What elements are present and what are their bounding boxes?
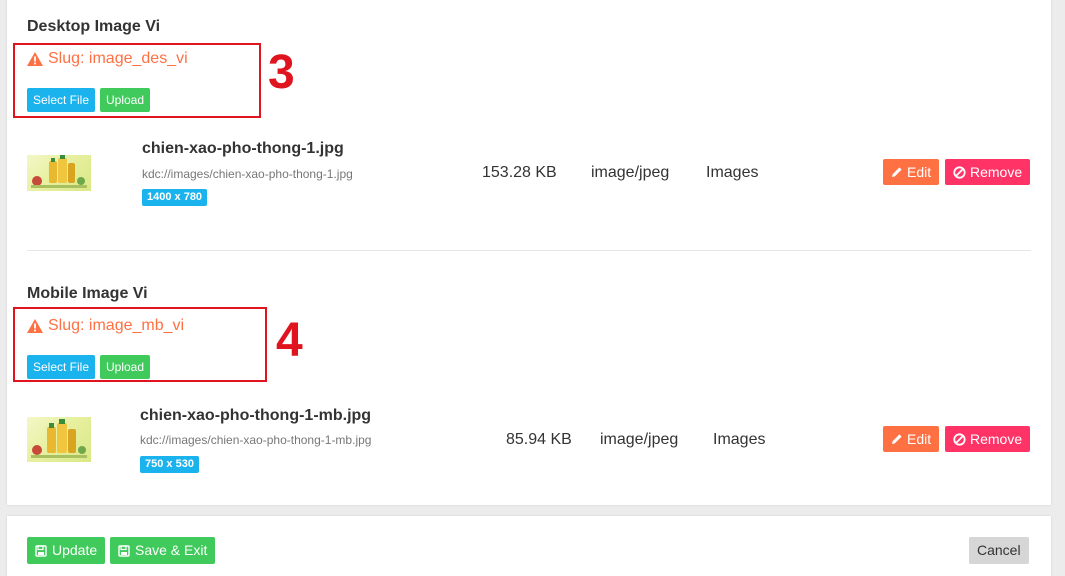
file-size-desktop: 153.28 KB (482, 164, 557, 181)
section-title-mobile: Mobile Image Vi (27, 285, 148, 302)
section-divider (27, 250, 1031, 251)
ban-icon (953, 432, 966, 446)
remove-label: Remove (970, 164, 1023, 180)
file-size-mobile: 85.94 KB (506, 431, 572, 448)
ban-icon (953, 165, 966, 179)
file-category-mobile: Images (713, 431, 766, 448)
file-thumbnail-desktop[interactable] (27, 155, 91, 191)
save-icon (118, 544, 130, 557)
warning-icon (27, 319, 43, 333)
file-path-mobile: kdc://images/chien-xao-pho-thong-1-mb.jp… (140, 433, 372, 447)
file-name-mobile[interactable]: chien-xao-pho-thong-1-mb.jpg (140, 407, 371, 425)
dimension-badge-desktop: 1400 x 780 (142, 189, 208, 206)
annotation-number-mobile: 4 (276, 314, 303, 367)
file-category-desktop: Images (706, 164, 759, 181)
remove-button-desktop[interactable]: Remove (945, 159, 1031, 185)
update-label: Update (52, 542, 98, 558)
select-file-button-mobile[interactable]: Select File (27, 355, 96, 379)
slug-text-mobile: Slug: image_mb_vi (48, 317, 185, 334)
annotation-number-desktop: 3 (268, 46, 295, 99)
edit-button-desktop[interactable]: Edit (883, 159, 940, 185)
dimension-badge-mobile: 750 x 530 (140, 456, 199, 473)
remove-button-mobile[interactable]: Remove (945, 426, 1031, 452)
upload-button-desktop[interactable]: Upload (100, 88, 151, 112)
file-name-desktop[interactable]: chien-xao-pho-thong-1.jpg (142, 140, 344, 158)
file-mime-desktop: image/jpeg (591, 164, 670, 181)
slug-warning-mobile: Slug: image_mb_vi (27, 317, 184, 335)
file-path-desktop: kdc://images/chien-xao-pho-thong-1.jpg (142, 167, 353, 181)
cancel-button[interactable]: Cancel (969, 537, 1029, 564)
slug-warning-desktop: Slug: image_des_vi (27, 50, 188, 68)
product-image-icon (31, 155, 87, 188)
warning-icon (27, 52, 43, 66)
remove-label: Remove (970, 431, 1023, 447)
save-exit-label: Save & Exit (135, 542, 208, 558)
file-mime-mobile: image/jpeg (600, 431, 679, 448)
edit-label: Edit (907, 164, 932, 180)
update-button[interactable]: Update (27, 537, 106, 564)
save-exit-button[interactable]: Save & Exit (110, 537, 216, 564)
product-image-icon (31, 419, 87, 458)
save-icon (35, 544, 47, 557)
slug-text-desktop: Slug: image_des_vi (48, 50, 188, 67)
pencil-icon (892, 434, 902, 444)
select-file-button-desktop[interactable]: Select File (27, 88, 96, 112)
edit-label: Edit (907, 431, 932, 447)
pencil-icon (892, 167, 902, 177)
file-thumbnail-mobile[interactable] (27, 417, 91, 462)
section-title-desktop: Desktop Image Vi (27, 18, 161, 35)
upload-button-mobile[interactable]: Upload (100, 355, 151, 379)
edit-button-mobile[interactable]: Edit (883, 426, 940, 452)
